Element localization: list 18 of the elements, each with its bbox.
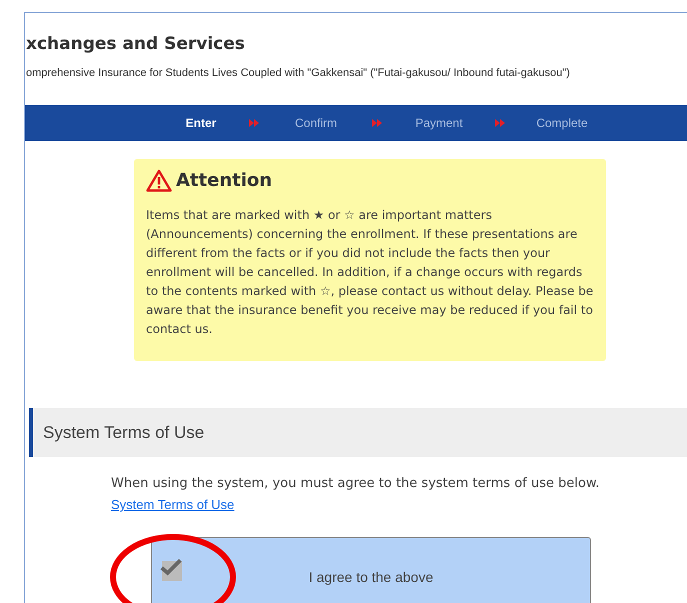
check-icon: [160, 557, 182, 577]
double-arrow-icon: [249, 119, 260, 127]
double-arrow-icon: [372, 119, 383, 127]
step-label: Confirm: [294, 115, 338, 132]
agree-button[interactable]: I agree to the above: [151, 537, 591, 603]
attention-text: Items that are marked with ★ or ☆ are important matters (Announcements) concerning the enrollment. If these presentations are different from the facts or if you did not include the facts then your enrollment will be cancelled. In addition, if a change occurs with regards to the contents marked with ☆, please contact us without delay. Please be aware that the insurance benefit you receive may be reduced if you fail to contact us.: [146, 207, 594, 338]
page-title: xchanges and Services: [26, 33, 246, 56]
warning-icon: [146, 169, 172, 192]
page-subtitle: omprehensive Insurance for Students Lives Coupled with "Gakkensai" ("Futai-gakusou/ Inbound futai-gakusou"): [26, 66, 571, 81]
attention-title: Attention: [176, 169, 272, 193]
terms-link[interactable]: System Terms of Use: [111, 497, 234, 512]
agree-checkbox[interactable]: [162, 561, 182, 581]
double-arrow-icon: [495, 119, 506, 127]
step-label: Complete: [535, 115, 589, 132]
terms-intro: When using the system, you must agree to the system terms of use below.: [111, 475, 601, 493]
step-label: Payment: [414, 115, 464, 132]
step-label: Enter: [184, 115, 218, 132]
section-title: System Terms of Use: [43, 422, 204, 444]
